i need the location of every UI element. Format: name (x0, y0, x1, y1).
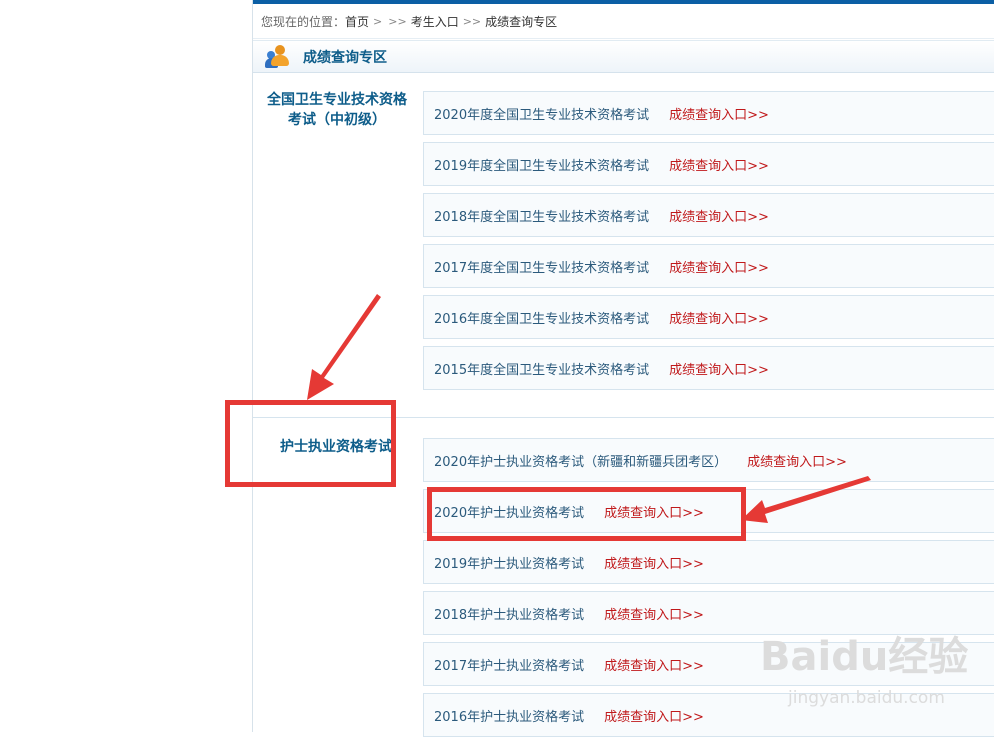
score-query-link[interactable]: 成绩查询入口>> (669, 206, 769, 225)
list-item: 2017年度全国卫生专业技术资格考试 成绩查询入口>> (423, 244, 994, 288)
list-item: 2019年度全国卫生专业技术资格考试 成绩查询入口>> (423, 142, 994, 186)
breadcrumb-candidate-entry-link[interactable]: 考生入口 (411, 13, 459, 30)
breadcrumb-prefix: 您现在的位置： (261, 14, 346, 29)
exam-name: 2016年度全国卫生专业技术资格考试 (434, 311, 650, 327)
list-item: 2016年度全国卫生专业技术资格考试 成绩查询入口>> (423, 295, 994, 339)
score-query-link[interactable]: 成绩查询入口>> (747, 451, 847, 470)
score-query-link[interactable]: 成绩查询入口>> (604, 604, 704, 623)
score-query-link[interactable]: 成绩查询入口>> (669, 308, 769, 327)
exam-name: 2015年度全国卫生专业技术资格考试 (434, 362, 650, 378)
exam-name: 2020年护士执业资格考试（新疆和新疆兵团考区） (434, 454, 728, 470)
score-query-link[interactable]: 成绩查询入口>> (604, 553, 704, 572)
annotation-box-2020-nurse-row (427, 487, 746, 541)
users-icon (265, 44, 291, 69)
breadcrumb-separator-icon: >> (462, 14, 482, 28)
exam-name: 2018年护士执业资格考试 (434, 607, 585, 623)
section-title: 成绩查询专区 (303, 49, 387, 66)
baidu-watermark-url: jingyan.baidu.com (788, 688, 945, 708)
group-label-health-qualification: 全国卫生专业技术资格 考试（中初级） (262, 90, 412, 130)
score-query-link[interactable]: 成绩查询入口>> (669, 155, 769, 174)
exam-name: 2019年度全国卫生专业技术资格考试 (434, 158, 650, 174)
score-query-link[interactable]: 成绩查询入口>> (669, 359, 769, 378)
breadcrumb: 您现在的位置： 首页 > >> 考生入口 >> 成绩查询专区 (253, 4, 994, 39)
list-item: 2020年护士执业资格考试（新疆和新疆兵团考区） 成绩查询入口>> (423, 438, 994, 482)
breadcrumb-current-page[interactable]: 成绩查询专区 (485, 13, 557, 30)
exam-name: 2019年护士执业资格考试 (434, 556, 585, 572)
annotation-box-nurse-label (225, 400, 396, 487)
breadcrumb-separator-icon: >> (388, 14, 407, 28)
score-query-link[interactable]: 成绩查询入口>> (669, 257, 769, 276)
list-item: 2018年度全国卫生专业技术资格考试 成绩查询入口>> (423, 193, 994, 237)
exam-name: 2020年度全国卫生专业技术资格考试 (434, 107, 650, 123)
list-item: 2019年护士执业资格考试 成绩查询入口>> (423, 540, 994, 584)
group-label-line-2: 考试（中初级） (288, 112, 386, 128)
group-label-line-1: 全国卫生专业技术资格 (267, 92, 407, 108)
breadcrumb-home-link[interactable]: 首页 (345, 13, 369, 30)
exam-name: 2017年护士执业资格考试 (434, 658, 585, 674)
baidu-watermark-logo: Baidu经验 (760, 634, 969, 680)
exam-name: 2017年度全国卫生专业技术资格考试 (434, 260, 650, 276)
score-query-link[interactable]: 成绩查询入口>> (604, 706, 704, 725)
list-item: 2020年度全国卫生专业技术资格考试 成绩查询入口>> (423, 91, 994, 135)
arrow-down-left-icon (307, 294, 381, 400)
breadcrumb-separator-icon: > (373, 14, 383, 28)
score-query-link[interactable]: 成绩查询入口>> (604, 655, 704, 674)
content-left-border (252, 0, 253, 732)
exam-name: 2016年护士执业资格考试 (434, 709, 585, 725)
exam-name: 2018年度全国卫生专业技术资格考试 (434, 209, 650, 225)
score-query-link[interactable]: 成绩查询入口>> (669, 104, 769, 123)
list-item: 2015年度全国卫生专业技术资格考试 成绩查询入口>> (423, 346, 994, 390)
section-header: 成绩查询专区 (253, 40, 994, 73)
